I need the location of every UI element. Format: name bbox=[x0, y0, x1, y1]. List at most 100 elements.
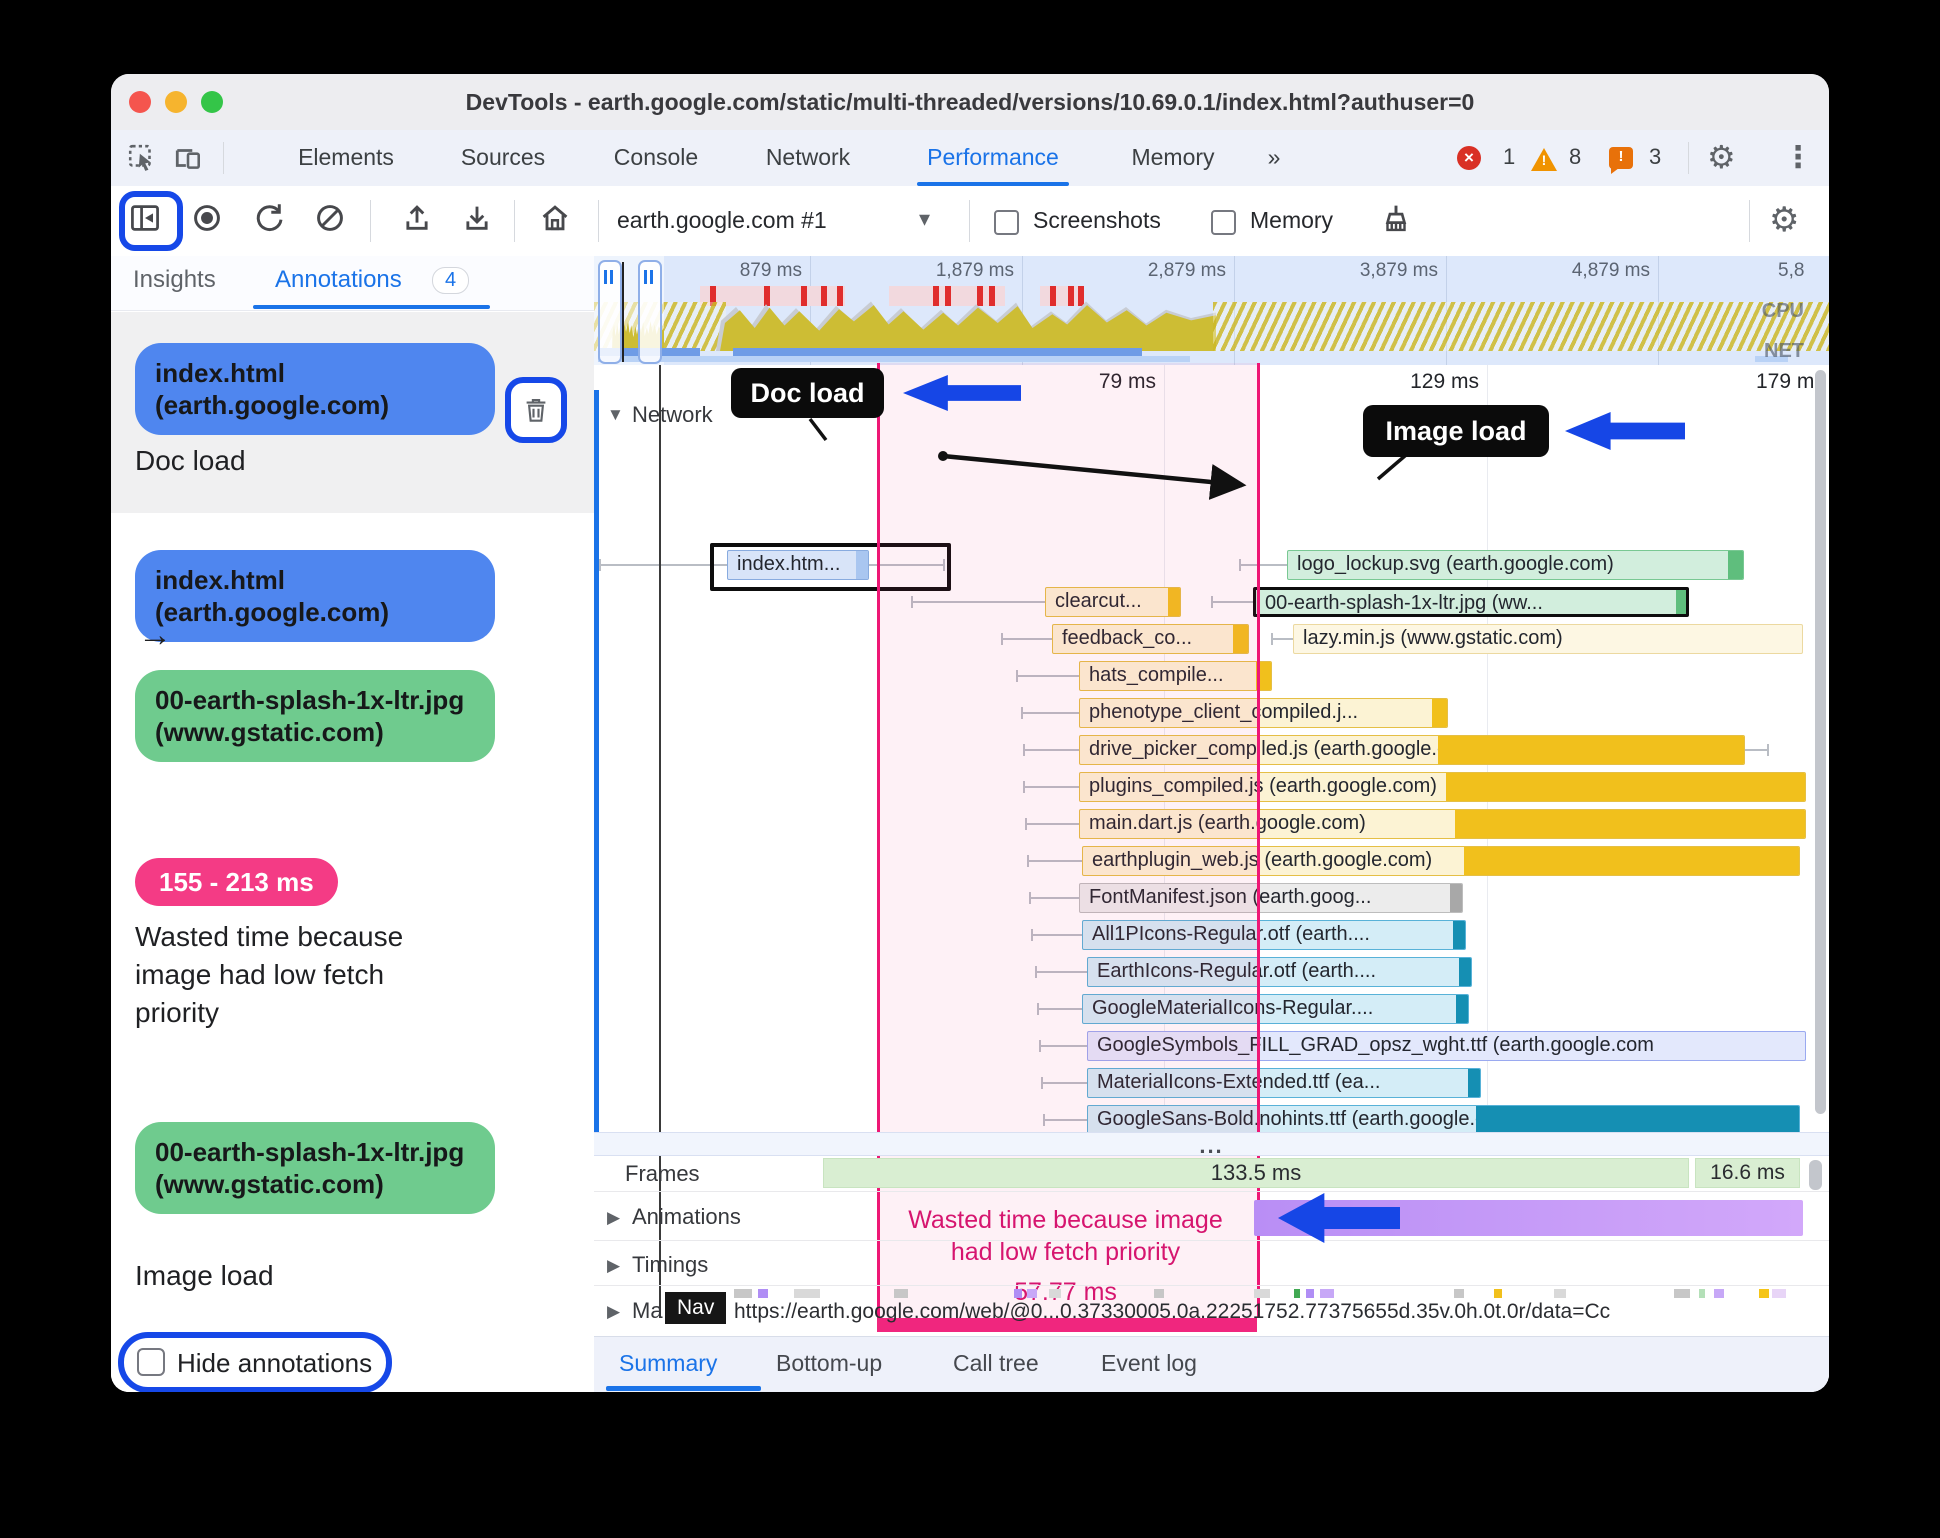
console-errors-icon[interactable]: × bbox=[1457, 146, 1481, 170]
network-request-bar[interactable]: logo_lockup.svg (earth.google.com) bbox=[1287, 550, 1744, 580]
ruler-tick-label: 2,879 ms bbox=[1147, 260, 1226, 281]
download-profile-icon[interactable] bbox=[461, 202, 493, 234]
customize-menu-icon[interactable]: ⋮ bbox=[1783, 140, 1813, 175]
flame-chart-fragment bbox=[1294, 1289, 1300, 1298]
tab-insights[interactable]: Insights bbox=[133, 266, 216, 294]
record-icon[interactable] bbox=[191, 202, 223, 234]
request-whisker-tick bbox=[599, 559, 601, 571]
request-active-segment bbox=[1468, 1069, 1480, 1097]
tab-memory[interactable]: Memory bbox=[1131, 130, 1214, 185]
frame-duration-bar[interactable]: 133.5 ms bbox=[823, 1158, 1689, 1188]
devtools-window: DevTools - earth.google.com/static/multi… bbox=[111, 74, 1829, 1392]
collapse-network-icon[interactable]: ▼ bbox=[607, 405, 624, 425]
filmstrip-frame-tick bbox=[1078, 286, 1084, 306]
warnings-icon[interactable]: ! bbox=[1531, 148, 1557, 171]
request-active-segment bbox=[1432, 699, 1447, 727]
tab-annotations[interactable]: Annotations bbox=[275, 266, 402, 294]
annotation-pill-index-html[interactable]: index.html (earth.google.com) bbox=[135, 343, 495, 435]
tab-elements[interactable]: Elements bbox=[298, 130, 394, 185]
tab-console[interactable]: Console bbox=[614, 130, 698, 185]
doc-load-annotation-label[interactable]: Doc load bbox=[731, 368, 884, 418]
frames-track-label: Frames bbox=[625, 1161, 700, 1186]
cpu-track-label: CPU bbox=[1761, 300, 1804, 322]
divider bbox=[223, 142, 224, 174]
details-tab-call-tree[interactable]: Call tree bbox=[953, 1337, 1039, 1389]
frame-duration-bar[interactable]: 16.6 ms bbox=[1695, 1158, 1800, 1188]
ruler-tick-label: 4,879 ms bbox=[1571, 260, 1650, 281]
request-active-segment bbox=[1728, 551, 1743, 579]
waterfall-scrollbar-thumb[interactable] bbox=[1815, 370, 1826, 1114]
row-divider bbox=[594, 1240, 1829, 1241]
annotation-pill-time-range[interactable]: 155 - 213 ms bbox=[135, 858, 338, 906]
device-toolbar-icon[interactable] bbox=[171, 141, 205, 175]
expand-timings-icon[interactable]: ▶ bbox=[607, 1256, 620, 1276]
annotation-pill-splash-jpg[interactable]: 00-earth-splash-1x-ltr.jpg (www.gstatic.… bbox=[135, 1122, 495, 1214]
show-sidebar-icon[interactable] bbox=[129, 202, 161, 234]
network-request-bar[interactable]: lazy.min.js (www.gstatic.com) bbox=[1293, 624, 1803, 654]
flame-chart-fragment bbox=[1254, 1289, 1270, 1298]
divider bbox=[370, 200, 371, 242]
flame-chart-fragment bbox=[1320, 1289, 1334, 1298]
trash-icon[interactable] bbox=[521, 395, 551, 425]
ruler-tick-label: 879 ms bbox=[739, 260, 802, 281]
filmstrip-frame-tick bbox=[989, 286, 995, 306]
memory-checkbox[interactable] bbox=[1211, 210, 1236, 235]
screenshots-label: Screenshots bbox=[1033, 207, 1161, 233]
flame-chart-fragment bbox=[1699, 1289, 1705, 1298]
more-tabs-icon[interactable]: » bbox=[1268, 130, 1281, 185]
inspect-element-icon[interactable] bbox=[125, 141, 159, 175]
expand-animations-icon[interactable]: ▶ bbox=[607, 1208, 620, 1228]
home-icon[interactable] bbox=[539, 202, 571, 234]
details-tab-summary[interactable]: Summary bbox=[619, 1337, 717, 1389]
upload-profile-icon[interactable] bbox=[401, 202, 433, 234]
tab-network[interactable]: Network bbox=[766, 130, 850, 185]
expand-main-icon[interactable]: ▶ bbox=[607, 1302, 620, 1322]
annotation-pill-index-html[interactable]: index.html (earth.google.com) bbox=[135, 550, 495, 642]
chevron-down-icon[interactable]: ▾ bbox=[919, 206, 930, 232]
range-handle-left[interactable] bbox=[598, 260, 622, 364]
reload-record-icon[interactable] bbox=[253, 202, 285, 234]
issue-count[interactable]: 3 bbox=[1649, 144, 1661, 170]
flame-chart-fragment bbox=[1027, 1289, 1037, 1298]
net-bar-light bbox=[598, 356, 1190, 362]
error-count[interactable]: 1 bbox=[1503, 144, 1515, 170]
flame-chart-fragment bbox=[734, 1289, 752, 1298]
timings-track-label: Timings bbox=[632, 1252, 709, 1277]
request-active-segment bbox=[1464, 847, 1799, 875]
hide-annotations-checkbox[interactable] bbox=[137, 1348, 165, 1376]
range-handle-right[interactable] bbox=[638, 260, 662, 364]
flame-chart-fragment bbox=[1306, 1289, 1314, 1298]
screenshots-checkbox[interactable] bbox=[994, 210, 1019, 235]
main-track-label: Ma bbox=[632, 1298, 663, 1323]
memory-label: Memory bbox=[1250, 207, 1334, 233]
bottom-scrollbar-thumb[interactable] bbox=[1809, 1160, 1822, 1190]
filmstrip-frame-tick bbox=[764, 286, 770, 306]
request-whisker bbox=[1745, 749, 1767, 751]
flame-chart-fragment bbox=[1154, 1289, 1164, 1298]
network-request-bar[interactable]: 00-earth-splash-1x-ltr.jpg (ww... bbox=[1253, 587, 1689, 617]
target-selector[interactable]: earth.google.com #1 bbox=[617, 207, 827, 234]
divider bbox=[1688, 142, 1689, 174]
settings-gear-icon[interactable]: ⚙ bbox=[1707, 138, 1736, 176]
details-tab-event-log[interactable]: Event log bbox=[1101, 1337, 1197, 1389]
clear-icon[interactable] bbox=[314, 202, 346, 234]
annotation-pill-splash-jpg[interactable]: 00-earth-splash-1x-ltr.jpg (www.gstatic.… bbox=[135, 670, 495, 762]
issues-icon[interactable]: ! bbox=[1609, 147, 1633, 174]
timeline-overview[interactable]: 879 ms 1,879 ms 2,879 ms 3,879 ms 4,879 ms 5,… bbox=[594, 256, 1829, 366]
flame-chart-fragment bbox=[1494, 1289, 1502, 1298]
annotations-count-badge: 4 bbox=[432, 267, 470, 294]
image-load-annotation-label[interactable]: Image load bbox=[1363, 405, 1549, 457]
network-track-label: Network bbox=[632, 402, 713, 427]
filmstrip-frame-tick bbox=[977, 286, 983, 306]
flame-chart-fragment bbox=[758, 1289, 768, 1298]
details-tab-bottom-up[interactable]: Bottom-up bbox=[776, 1337, 882, 1389]
garbage-collect-icon[interactable] bbox=[1379, 202, 1413, 236]
tab-sources[interactable]: Sources bbox=[461, 130, 545, 185]
capture-settings-gear-icon[interactable]: ⚙ bbox=[1769, 200, 1799, 240]
flame-chart-fragment bbox=[1014, 1289, 1022, 1298]
more-requests-indicator[interactable]: ... bbox=[594, 1132, 1829, 1158]
row-divider bbox=[594, 1285, 1829, 1286]
warning-count[interactable]: 8 bbox=[1569, 144, 1581, 170]
timeline-panel: 879 ms 1,879 ms 2,879 ms 3,879 ms 4,879 ms 5,… bbox=[594, 256, 1829, 1392]
tab-performance[interactable]: Performance bbox=[927, 130, 1059, 185]
